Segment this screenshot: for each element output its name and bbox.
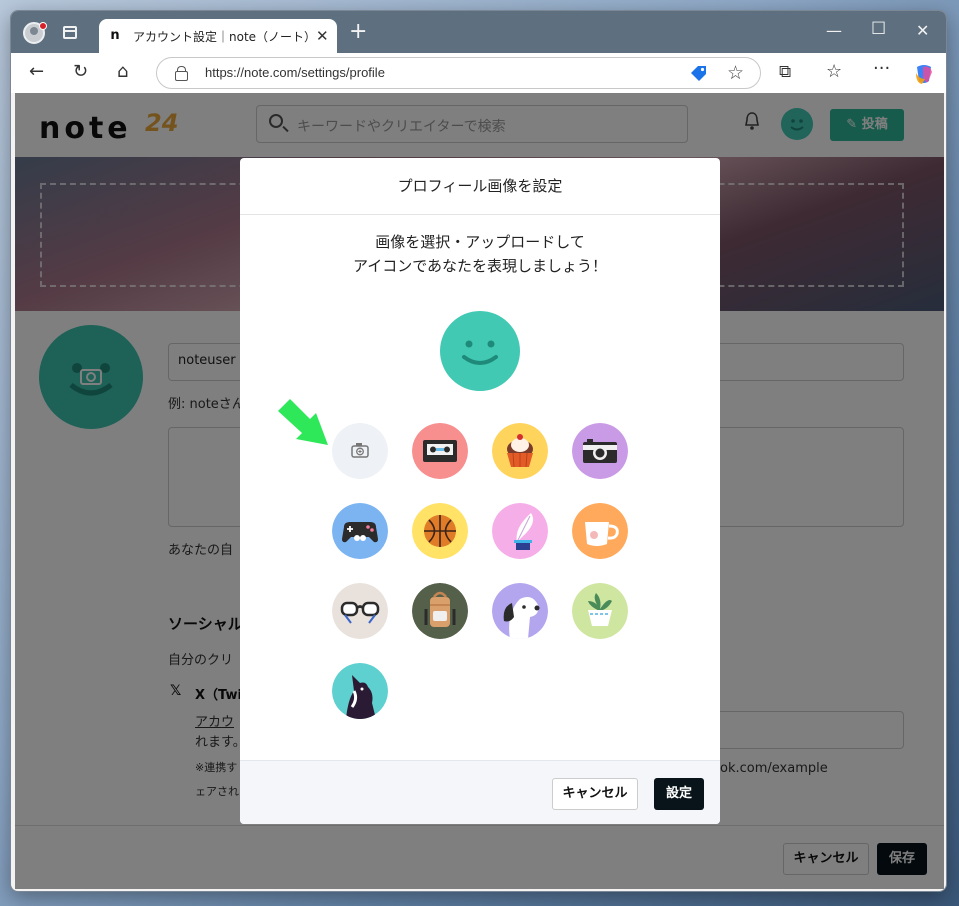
copilot-icon[interactable] [913,63,935,85]
browser-window: n アカウント設定｜note（ノート） ✕ + — ☐ ✕ ← ↻ ⌂ http… [10,10,947,892]
profile-image-modal: プロフィール画像を設定 画像を選択・アップロードして アイコンであなたを表現しま… [240,158,720,824]
highlight-arrow-icon [278,399,328,445]
coffee-cup-option[interactable] [572,503,628,559]
modal-confirm-button[interactable]: 設定 [654,778,704,810]
home-icon[interactable]: ⌂ [117,62,128,82]
navigation-bar: ← ↻ ⌂ https://note.com/settings/profile … [11,53,946,93]
maximize-button[interactable]: ☐ [871,19,886,39]
price-tag-icon[interactable] [689,65,707,83]
modal-description: 画像を選択・アップロードして アイコンであなたを表現しましょう！ [240,230,720,278]
refresh-icon[interactable]: ↻ [73,62,88,82]
notification-dot [39,22,47,30]
modal-cancel-button[interactable]: キャンセル [552,778,638,810]
cassette-option[interactable] [412,423,468,479]
game-controller-option[interactable] [332,503,388,559]
cupcake-icon [492,423,548,479]
tab-title: アカウント設定｜note（ノート） [133,30,317,44]
close-window-button[interactable]: ✕ [916,21,929,40]
plant-option[interactable] [572,583,628,639]
modal-desc-line2: アイコンであなたを表現しましょう！ [352,257,608,275]
backpack-icon [412,583,468,639]
favorites-icon[interactable]: ☆ [826,62,842,82]
tab-active[interactable]: n アカウント設定｜note（ノート） ✕ [99,19,337,53]
extensions-icon[interactable]: ⧉ [779,62,791,82]
favorite-star-icon[interactable]: ☆ [727,62,744,84]
basketball-icon [412,503,468,559]
dog-option[interactable] [492,583,548,639]
camera-icon [572,423,628,479]
more-icon[interactable]: ··· [873,59,890,79]
upload-camera-option[interactable] [332,423,388,479]
tab-close-icon[interactable]: ✕ [316,27,329,45]
glasses-icon [332,583,388,639]
backpack-option[interactable] [412,583,468,639]
address-bar[interactable]: https://note.com/settings/profile ☆ [156,57,761,89]
cassette-tape-icon [412,423,468,479]
coffee-cup-icon [572,503,628,559]
note-favicon-icon: n [110,28,120,43]
plant-icon [572,583,628,639]
url-text[interactable]: https://note.com/settings/profile [205,65,385,80]
upload-camera-icon [332,423,388,479]
page-content: note 24 キーワードやクリエイターで検索 ✎ 投稿 noteuser 例:… [15,93,944,889]
game-controller-icon [332,503,388,559]
cat-option[interactable] [332,663,388,719]
cat-icon [332,663,388,719]
quill-option[interactable] [492,503,548,559]
glasses-option[interactable] [332,583,388,639]
tab-bar: n アカウント設定｜note（ノート） ✕ + — ☐ ✕ [11,11,946,53]
camera-option[interactable] [572,423,628,479]
new-tab-button[interactable]: + [349,20,367,44]
tab-actions-icon[interactable] [63,26,77,39]
selected-icon-preview [440,311,520,391]
minimize-button[interactable]: — [826,21,842,40]
modal-title: プロフィール画像を設定 [240,158,720,215]
basketball-option[interactable] [412,503,468,559]
lock-icon[interactable] [175,66,188,81]
cupcake-option[interactable] [492,423,548,479]
quill-pen-icon [492,503,548,559]
modal-footer: キャンセル 設定 [240,760,720,824]
modal-desc-line1: 画像を選択・アップロードして [375,233,585,251]
dog-icon [492,583,548,639]
back-icon[interactable]: ← [29,62,44,82]
